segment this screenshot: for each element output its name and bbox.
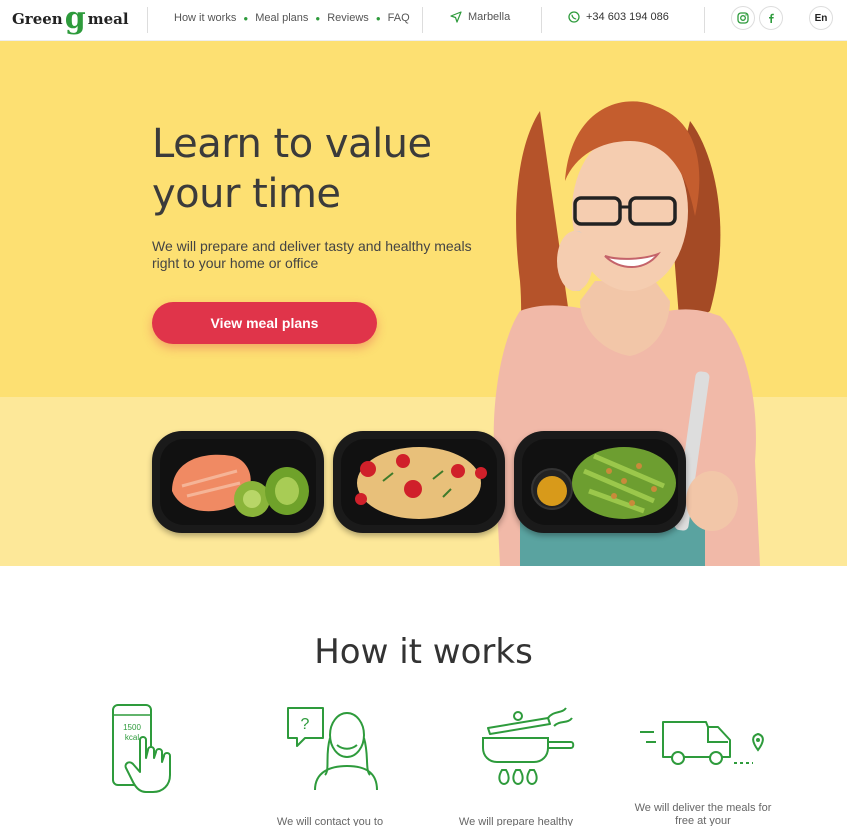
instagram-button[interactable] — [731, 6, 755, 30]
delivery-van-icon — [640, 721, 764, 765]
nav-dot: ● — [243, 13, 249, 23]
how-it-works-title: How it works — [314, 632, 533, 672]
nav-dot: ● — [375, 13, 381, 23]
phone-kcal-value: 1500 — [123, 723, 141, 732]
location-arrow-icon — [450, 11, 462, 23]
nav-reviews[interactable]: Reviews — [327, 12, 369, 24]
salad-dressing-image — [522, 439, 678, 525]
step-4-text: We will deliver the meals for free at yo… — [634, 802, 772, 826]
salmon-avocado-image — [160, 439, 316, 525]
divider — [704, 7, 705, 33]
logo-mark: g — [64, 1, 86, 36]
site-header: Green g meal How it works ● Meal plans ●… — [0, 0, 847, 41]
hero-title: Learn to value your time — [152, 121, 432, 217]
divider — [147, 7, 148, 33]
hero-subtitle: We will prepare and deliver tasty and he… — [152, 238, 472, 271]
logo-text-left: Green — [12, 10, 63, 28]
logo-text-right: meal — [87, 10, 129, 28]
consultant-icon: ? — [287, 707, 378, 791]
nav-dot: ● — [315, 13, 321, 23]
view-meal-plans-button[interactable]: View meal plans — [152, 302, 377, 344]
phone-link[interactable]: +34 603 194 086 — [568, 11, 669, 23]
whatsapp-icon — [568, 11, 580, 23]
question-mark: ? — [301, 716, 310, 733]
meal-tray-salmon — [152, 431, 324, 533]
meal-tray-salad — [514, 431, 686, 533]
logo[interactable]: Green g meal — [12, 4, 129, 34]
location-label: Marbella — [468, 11, 511, 23]
divider — [541, 7, 542, 33]
meal-tray-tomato — [333, 431, 505, 533]
phone-kcal-unit: kcal — [125, 733, 139, 742]
main-nav: How it works ● Meal plans ● Reviews ● FA… — [174, 12, 410, 24]
phone-number: +34 603 194 086 — [586, 11, 669, 23]
facebook-button[interactable] — [759, 6, 783, 30]
phone-kcal-icon: 1500 kcal — [112, 704, 171, 793]
divider — [422, 7, 423, 33]
nav-meal-plans[interactable]: Meal plans — [255, 12, 308, 24]
nav-how-it-works[interactable]: How it works — [174, 12, 236, 24]
nav-faq[interactable]: FAQ — [388, 12, 410, 24]
cooking-pot-icon — [482, 707, 575, 786]
facebook-icon — [769, 13, 774, 23]
language-switcher[interactable]: En — [809, 6, 833, 30]
step-2-text: We will contact you to — [276, 816, 384, 826]
pasta-tomato-image — [341, 439, 497, 525]
location-link[interactable]: Marbella — [450, 11, 510, 23]
step-3-text: We will prepare healthy — [458, 816, 574, 826]
instagram-icon — [737, 12, 749, 24]
hero-section: Learn to value your time We will prepare… — [0, 41, 847, 566]
